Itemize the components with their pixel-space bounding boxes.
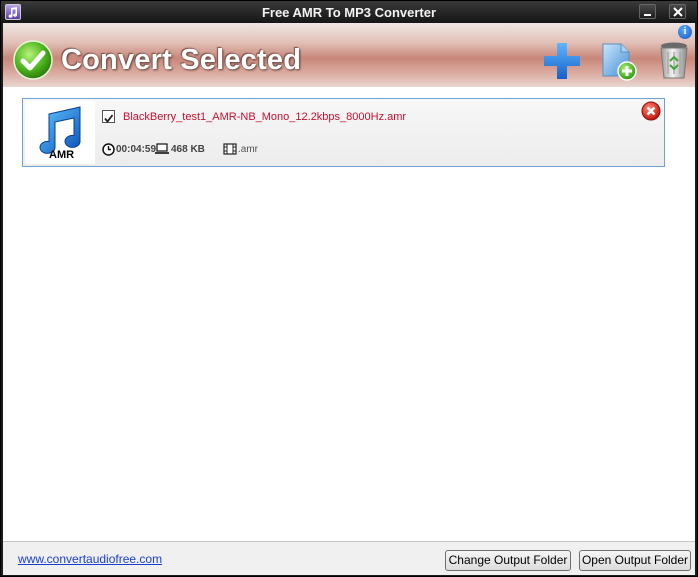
open-output-folder-button[interactable]: Open Output Folder	[579, 550, 691, 571]
extension-info: .amr	[223, 143, 258, 155]
trash-icon[interactable]	[653, 40, 695, 82]
file-list-item[interactable]: AMR BlackBerry_test1_AMR-NB_Mono_12.2kbp…	[22, 98, 665, 167]
info-icon[interactable]: i	[678, 25, 692, 39]
file-thumbnail: AMR	[25, 101, 95, 164]
client-area: i Convert Selected AMR BlackBerry_test1_…	[3, 23, 695, 575]
title-bar[interactable]: Free AMR To MP3 Converter	[1, 1, 697, 23]
change-output-folder-button[interactable]: Change Output Folder	[445, 550, 571, 571]
format-label: AMR	[49, 149, 75, 161]
film-icon	[223, 143, 237, 155]
toolbar: i Convert Selected	[3, 23, 695, 87]
close-button[interactable]	[669, 4, 686, 19]
add-folder-icon[interactable]	[597, 40, 639, 82]
file-name: BlackBerry_test1_AMR-NB_Mono_12.2kbps_80…	[123, 111, 407, 123]
file-checkbox[interactable]	[102, 110, 115, 123]
remove-file-icon[interactable]	[641, 101, 661, 121]
clock-icon	[102, 143, 115, 156]
duration-info: 00:04:59	[102, 143, 156, 156]
minimize-button[interactable]	[639, 4, 656, 19]
file-list: AMR BlackBerry_test1_AMR-NB_Mono_12.2kbp…	[3, 87, 695, 541]
size-info: 468 KB	[154, 143, 205, 155]
add-icon[interactable]	[541, 40, 583, 82]
file-size-value: 468 KB	[171, 143, 205, 155]
laptop-icon	[155, 143, 169, 154]
file-extension-value: .amr	[238, 143, 258, 155]
app-window: Free AMR To MP3 Converter i Convert Sele…	[0, 0, 698, 577]
check-circle-icon	[13, 40, 53, 80]
convert-selected-button[interactable]: Convert Selected	[13, 38, 301, 82]
convert-selected-label: Convert Selected	[61, 43, 302, 76]
duration-value: 00:04:59	[116, 144, 157, 155]
window-title: Free AMR To MP3 Converter	[261, 5, 437, 20]
website-link[interactable]: www.convertaudiofree.com	[18, 552, 162, 566]
status-bar: www.convertaudiofree.com Change Output F…	[3, 541, 695, 575]
